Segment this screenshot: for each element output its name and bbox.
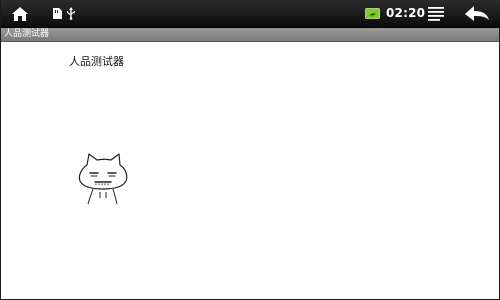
menu-icon (428, 6, 444, 21)
menu-button[interactable] (425, 0, 447, 27)
home-button[interactable] (7, 0, 33, 27)
cartoon-cat-icon (78, 153, 128, 205)
screen: 02:20 人品测试器 人品测试器 (0, 0, 500, 300)
battery-icon (363, 0, 383, 27)
page-label: 人品测试器 (69, 55, 124, 68)
app-title: 人品测试器 (4, 29, 50, 39)
app-title-bar: 人品测试器 (1, 28, 499, 42)
clock: 02:20 (386, 6, 426, 20)
home-icon (12, 6, 28, 21)
status-bar: 02:20 (1, 0, 500, 28)
usb-icon (65, 0, 77, 27)
sd-card-icon (50, 0, 64, 27)
back-button[interactable] (461, 0, 493, 27)
back-arrow-icon (465, 5, 489, 21)
